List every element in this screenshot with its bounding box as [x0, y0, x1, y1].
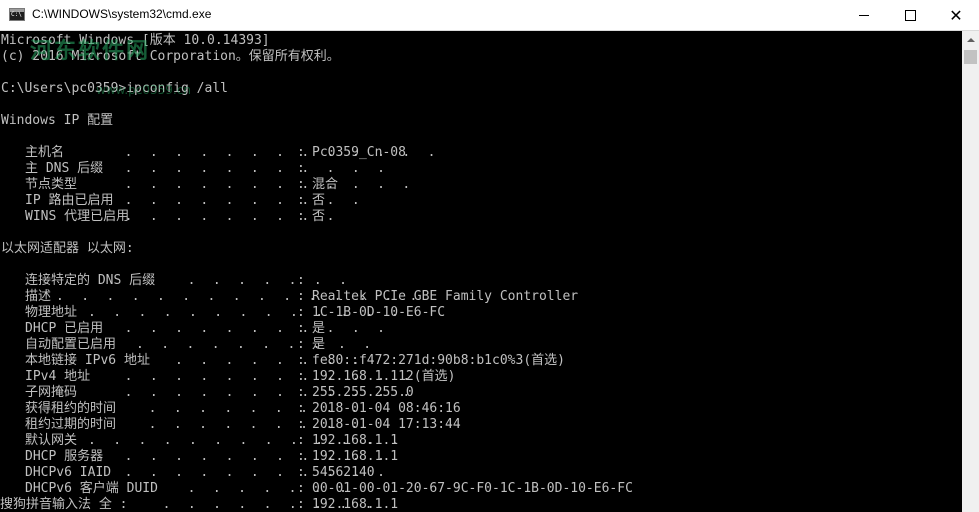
row-key: 物理地址	[25, 305, 78, 320]
site-watermark-url: www.pc0359.cn	[96, 83, 191, 97]
row-colon: :	[297, 337, 305, 352]
row-colon: :	[297, 497, 305, 512]
window-title: C:\WINDOWS\system32\cmd.exe	[32, 7, 212, 21]
row-colon: :	[297, 369, 305, 384]
row-dots: . . . . . . . . .	[112, 209, 340, 224]
row-value: 1C-1B-0D-10-E6-FC	[312, 305, 446, 320]
cmd-app-icon[interactable]	[9, 8, 25, 21]
close-icon: ✕	[949, 5, 963, 25]
row-colon: :	[297, 433, 305, 448]
row-key: 子网掩码	[25, 385, 78, 400]
row-key: IPv4 地址	[25, 369, 91, 384]
row-key: DHCP 服务器	[25, 449, 104, 464]
row-colon: :	[297, 401, 305, 416]
row-key: 默认网关	[25, 433, 78, 448]
row-colon: :	[297, 321, 305, 336]
row-key: 租约过期的时间	[25, 417, 117, 432]
row-value: 是	[312, 321, 326, 336]
row-value: Realtek PCIe GBE Family Controller	[312, 289, 579, 304]
row-value: 54562140	[312, 465, 375, 480]
row-colon: :	[297, 305, 305, 320]
row-colon: :	[297, 289, 305, 304]
row-value: 192.168.1.112(首选)	[312, 369, 456, 384]
row-key: 主机名	[25, 145, 65, 160]
row-dots: . . . . . . . . . . . .	[112, 177, 416, 192]
row-colon: :	[297, 465, 305, 480]
row-value: 否	[312, 193, 326, 208]
close-button[interactable]: ✕	[933, 0, 979, 30]
row-colon: :	[297, 449, 305, 464]
title-bar[interactable]: C:\WINDOWS\system32\cmd.exe ✕	[0, 0, 979, 31]
row-key: DHCPv6 客户端 DUID	[25, 481, 158, 496]
cmd-window: C:\WINDOWS\system32\cmd.exe ✕ Microsoft …	[0, 0, 979, 512]
site-watermark: 河东软件网	[30, 39, 151, 64]
row-value: 2018-01-04 17:13:44	[312, 417, 461, 432]
ime-indicator[interactable]: 搜狗拼音输入法 全 :	[0, 497, 127, 512]
row-value: fe80::f472:271d:90b8:b1c0%3(首选)	[312, 353, 565, 368]
section-heading: 以太网适配器 以太网:	[1, 241, 134, 256]
minimize-button[interactable]	[841, 0, 887, 30]
console-output[interactable]: Microsoft Windows [版本 10.0.14393] (c) 20…	[0, 31, 962, 512]
row-value: 192.168.1.1	[312, 497, 399, 512]
row-key: 连接特定的 DNS 后缀	[25, 273, 156, 288]
row-value: 2018-01-04 08:46:16	[312, 401, 461, 416]
row-colon: :	[297, 481, 305, 496]
row-dots: . . . . . . .	[175, 273, 352, 288]
row-colon: :	[297, 209, 305, 224]
maximize-icon	[904, 9, 916, 21]
minimize-icon	[859, 14, 869, 16]
row-key: 主 DNS 后缀	[25, 161, 104, 176]
row-dots: . . . . . . . . . . .	[112, 321, 390, 336]
row-colon: :	[297, 161, 305, 176]
row-dots: . . . . . . . . . .	[136, 337, 376, 352]
row-value: 192.168.1.1	[312, 433, 399, 448]
row-colon: :	[297, 193, 305, 208]
row-colon: :	[297, 385, 305, 400]
scroll-up-arrow-icon[interactable]	[962, 31, 979, 48]
row-key: 描述	[25, 289, 52, 304]
section-heading: Windows IP 配置	[1, 113, 114, 128]
row-key: DHCP 已启用	[25, 321, 104, 336]
row-value: 否	[312, 209, 326, 224]
row-key: 自动配置已启用	[25, 337, 117, 352]
row-colon: :	[297, 353, 305, 368]
row-colon: :	[297, 273, 305, 288]
row-key: DHCPv6 IAID	[25, 465, 112, 480]
row-colon: :	[297, 417, 305, 432]
row-value: 是	[312, 337, 326, 352]
row-value: Pc0359_Cn-08	[312, 145, 406, 160]
row-dots: . . . . . . . . . .	[112, 193, 365, 208]
row-key: 本地链接 IPv6 地址	[25, 353, 150, 368]
row-value: 192.168.1.1	[312, 449, 399, 464]
row-value: 255.255.255.0	[312, 385, 414, 400]
row-key: 获得租约的时间	[25, 401, 117, 416]
row-value: 混合	[312, 177, 339, 192]
vertical-scrollbar[interactable]	[962, 31, 979, 512]
row-colon: :	[297, 145, 305, 160]
row-key: IP 路由已启用	[25, 193, 114, 208]
row-key: 节点类型	[25, 177, 78, 192]
row-value: 00-01-00-01-20-67-9C-F0-1C-1B-0D-10-E6-F…	[312, 481, 633, 496]
row-colon: :	[297, 177, 305, 192]
maximize-button[interactable]	[887, 0, 933, 30]
scroll-thumb[interactable]	[964, 50, 977, 64]
row-dots: . . . . . . . . . . .	[112, 161, 390, 176]
